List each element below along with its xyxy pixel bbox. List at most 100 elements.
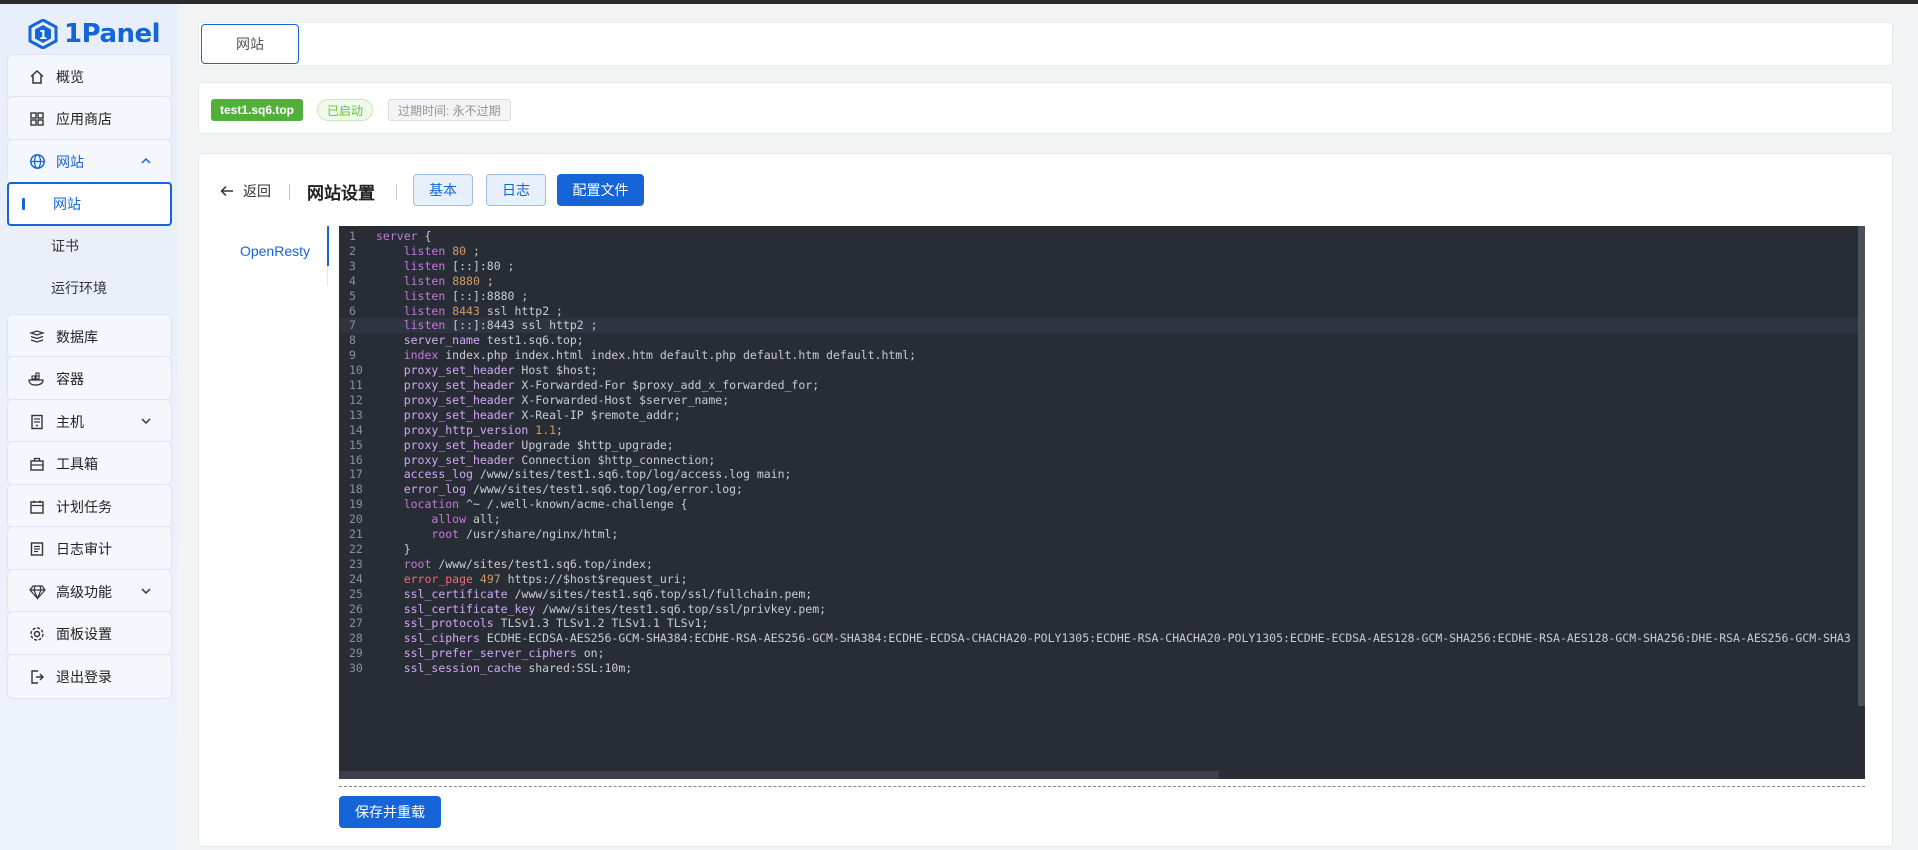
sidebar-item-label: 应用商店	[56, 110, 112, 127]
code-line[interactable]: 29 ssl_prefer_server_ciphers on;	[339, 646, 1865, 661]
code-text: server {	[376, 229, 432, 243]
code-line[interactable]: 12 proxy_set_header X-Forwarded-Host $se…	[339, 393, 1865, 408]
save-reload-button[interactable]: 保存并重载	[339, 796, 441, 828]
sidebar-item-settings[interactable]: 面板设置	[7, 611, 172, 656]
code-line[interactable]: 7 listen [::]:8443 ssl http2 ;	[339, 318, 1865, 334]
side-tab-indicator	[327, 226, 329, 266]
code-line[interactable]: 10 proxy_set_header Host $host;	[339, 363, 1865, 378]
sidebar-item-advanced[interactable]: 高级功能	[7, 569, 172, 614]
code-text: access_log /www/sites/test1.sq6.top/log/…	[403, 467, 792, 482]
code-text: ssl_protocols TLSv1.3 TLSv1.2 TLSv1.1 TL…	[403, 616, 709, 631]
app-logo[interactable]: 1 1Panel	[28, 16, 161, 52]
tab-openresty[interactable]: OpenResty	[225, 231, 325, 271]
code-text: ssl_ciphers ECDHE-ECDSA-AES256-GCM-SHA38…	[403, 631, 1851, 646]
tab-website[interactable]: 网站	[201, 24, 299, 64]
basic-button[interactable]: 基本	[413, 174, 473, 206]
website-settings-panel: 返回 网站设置 基本 日志 配置文件 OpenResty 1 server {2 …	[198, 153, 1893, 847]
site-status-bar: test1.sq6.top 已启动 过期时间: 永不过期	[198, 82, 1893, 134]
code-line[interactable]: 1 server {	[339, 229, 1865, 244]
line-number: 27	[349, 616, 363, 631]
code-line[interactable]: 22 }	[339, 542, 1865, 557]
vertical-scrollbar[interactable]	[1858, 226, 1865, 706]
sidebar-subitem-certificate[interactable]: 证书	[7, 224, 172, 268]
code-line[interactable]: 5 listen [::]:8880 ;	[339, 289, 1865, 304]
sidebar-subitem-runtime[interactable]: 运行环境	[7, 266, 172, 310]
config-code-editor[interactable]: 1 server {2 listen 80 ; 3 listen [::]:80 ;…	[339, 226, 1865, 779]
code-text: ssl_prefer_server_ciphers on;	[403, 646, 605, 661]
site-tab-bar: 网站	[198, 22, 1893, 66]
code-text: ssl_certificate /www/sites/test1.sq6.top…	[403, 586, 813, 601]
code-line[interactable]: 23 root /www/sites/test1.sq6.top/index;	[339, 557, 1865, 572]
code-text: proxy_set_header Host $host;	[403, 363, 598, 378]
code-text: server_name test1.sq6.top;	[403, 333, 584, 348]
line-number: 25	[349, 586, 363, 601]
code-text: index index.php index.html index.htm def…	[403, 348, 917, 363]
code-line[interactable]: 15 proxy_set_header Upgrade $http_upgrad…	[339, 438, 1865, 453]
line-number: 23	[349, 556, 363, 571]
code-line[interactable]: 13 proxy_set_header X-Real-IP $remote_ad…	[339, 408, 1865, 423]
sidebar-item-container[interactable]: 容器	[7, 356, 172, 401]
code-line[interactable]: 21 root /usr/share/nginx/html;	[339, 527, 1865, 542]
code-text: listen [::]:80 ;	[403, 258, 515, 273]
code-line[interactable]: 28 ssl_ciphers ECDHE-ECDSA-AES256-GCM-SH…	[339, 631, 1865, 646]
code-text: allow all;	[431, 512, 501, 527]
sidebar-item-label: 计划任务	[56, 498, 112, 515]
code-line[interactable]: 26 ssl_certificate_key /www/sites/test1.…	[339, 602, 1865, 617]
code-line[interactable]: 3 listen [::]:80 ;	[339, 259, 1865, 274]
code-line[interactable]: 8 server_name test1.sq6.top;	[339, 333, 1865, 348]
sidebar-item-cron[interactable]: 计划任务	[7, 484, 172, 529]
chevron-down-icon	[141, 588, 151, 595]
sidebar-subitem-website[interactable]: 网站	[7, 182, 172, 226]
code-line[interactable]: 27 ssl_protocols TLSv1.3 TLSv1.2 TLSv1.1…	[339, 616, 1865, 631]
code-line[interactable]: 4 listen 8880 ;	[339, 274, 1865, 289]
horizontal-scrollbar[interactable]	[339, 771, 1219, 779]
back-button[interactable]: 返回	[219, 181, 271, 201]
sidebar-item-label: 高级功能	[56, 583, 112, 600]
line-number: 11	[349, 378, 363, 392]
line-number: 18	[349, 482, 363, 497]
sidebar-item-website[interactable]: 网站	[7, 139, 172, 184]
code-line[interactable]: 30 ssl_session_cache shared:SSL:10m;	[339, 661, 1865, 676]
code-line[interactable]: 18 error_log /www/sites/test1.sq6.top/lo…	[339, 482, 1865, 497]
code-line[interactable]: 6 listen 8443 ssl http2 ;	[339, 304, 1865, 319]
line-number: 28	[349, 631, 363, 646]
sidebar-item-label: 面板设置	[56, 625, 112, 642]
sidebar-item-overview[interactable]: 概览	[7, 54, 172, 99]
code-text: ssl_certificate_key /www/sites/test1.sq6…	[403, 601, 827, 616]
divider	[289, 184, 290, 200]
code-text: proxy_set_header Connection $http_connec…	[403, 452, 716, 467]
config-file-button[interactable]: 配置文件	[557, 174, 644, 206]
code-text: proxy_http_version 1.1;	[403, 422, 563, 437]
code-line[interactable]: 16 proxy_set_header Connection $http_con…	[339, 453, 1865, 468]
code-line[interactable]: 19 location ^~ /.well-known/acme-challen…	[339, 497, 1865, 512]
calendar-icon	[28, 498, 46, 516]
line-number: 29	[349, 646, 363, 661]
line-number: 8	[349, 333, 356, 348]
grid-icon	[28, 110, 46, 128]
code-line[interactable]: 9 index index.php index.html index.htm d…	[339, 348, 1865, 363]
code-line[interactable]: 2 listen 80 ;	[339, 244, 1865, 259]
diamond-icon	[28, 583, 46, 601]
editor-bottom-divider	[339, 786, 1865, 787]
sidebar-item-audit[interactable]: 日志审计	[7, 526, 172, 571]
sidebar-item-label: 网站	[56, 153, 84, 170]
sidebar-item-toolbox[interactable]: 工具箱	[7, 441, 172, 486]
chevron-down-icon	[141, 418, 151, 425]
sidebar-item-label: 数据库	[56, 328, 98, 345]
code-text: root /usr/share/nginx/html;	[431, 527, 619, 541]
code-line[interactable]: 24 error_page 497 https://$host$request_…	[339, 572, 1865, 587]
code-line[interactable]: 11 proxy_set_header X-Forwarded-For $pro…	[339, 378, 1865, 393]
code-line[interactable]: 17 access_log /www/sites/test1.sq6.top/l…	[339, 467, 1865, 482]
code-line[interactable]: 20 allow all;	[339, 512, 1865, 527]
sidebar-item-database[interactable]: 数据库	[7, 314, 172, 359]
sidebar-item-logout[interactable]: 退出登录	[7, 654, 172, 699]
sidebar-item-appstore[interactable]: 应用商店	[7, 96, 172, 141]
log-button[interactable]: 日志	[486, 174, 546, 206]
sidebar-item-label: 退出登录	[56, 668, 112, 685]
code-line[interactable]: 14 proxy_http_version 1.1;	[339, 423, 1865, 438]
sidebar-item-host[interactable]: 主机	[7, 399, 172, 444]
line-number: 30	[349, 661, 363, 676]
code-text: listen 8443 ssl http2 ;	[403, 303, 563, 318]
code-line[interactable]: 25 ssl_certificate /www/sites/test1.sq6.…	[339, 587, 1865, 602]
line-number: 6	[349, 303, 356, 318]
